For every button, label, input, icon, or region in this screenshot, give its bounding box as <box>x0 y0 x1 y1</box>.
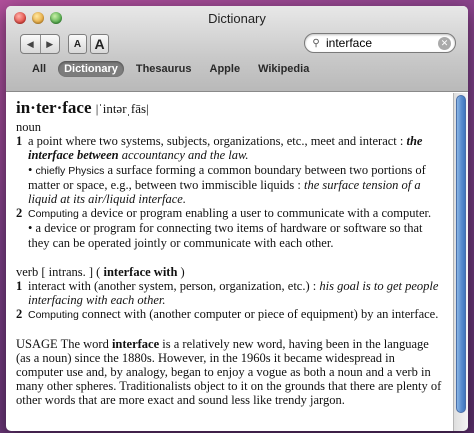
increase-font-button[interactable]: A <box>90 34 109 54</box>
search-icon: ⚲ <box>312 37 320 49</box>
verb-label-close: ) <box>177 264 185 279</box>
source-tabs: All Dictionary Thesaurus Apple Wikipedia <box>26 61 315 77</box>
part-of-speech-noun: noun <box>16 120 41 134</box>
back-button[interactable]: ◀ <box>21 35 40 53</box>
definition-text: a point where two systems, subjects, org… <box>28 134 397 149</box>
noun-sense-2: 2 Computing a device or program enabling… <box>16 206 443 250</box>
definition-text: interact with (another system, person, o… <box>28 279 310 294</box>
example-colon: : <box>396 134 404 149</box>
noun-sense-1: 1 a point where two systems, subjects, o… <box>16 134 443 206</box>
subsense: • a device or program for connecting two… <box>28 221 443 249</box>
verb-sense-1: 1 interact with (another system, person,… <box>16 279 443 307</box>
verb-phrase: interface with <box>103 264 178 279</box>
dictionary-window: Dictionary ◀ ▶ A A ⚲ ✕ All Dictionary Th… <box>6 6 468 431</box>
usage-word: interface <box>111 336 160 351</box>
sense-number: 2 <box>16 307 23 322</box>
headword-text: in·ter·face <box>16 98 92 117</box>
scrollbar-thumb[interactable] <box>456 95 466 413</box>
search-input[interactable] <box>324 36 438 50</box>
search-field[interactable]: ⚲ ✕ <box>304 33 456 53</box>
tab-dictionary[interactable]: Dictionary <box>58 61 124 77</box>
subject-label: chiefly Physics <box>35 164 105 177</box>
clear-search-icon[interactable]: ✕ <box>438 36 451 50</box>
example-colon: : <box>309 279 320 294</box>
bullet: • <box>28 221 36 236</box>
back-forward-group: ◀ ▶ <box>20 34 60 54</box>
verb-label: verb [ intrans. ] ( <box>16 264 104 279</box>
definition-text: a device or program for connecting two i… <box>28 221 423 250</box>
entry-headword: in·ter·face |ˈintərˌfās| <box>16 98 443 119</box>
sense-body: interact with (another system, person, o… <box>28 279 443 307</box>
tab-thesaurus[interactable]: Thesaurus <box>130 61 198 77</box>
usage-note: USAGE The word interface is a relatively… <box>16 337 443 408</box>
verb-sense-2: 2 Computing connect with (another comput… <box>16 307 443 322</box>
sense-body: Computing connect with (another computer… <box>28 307 443 322</box>
forward-button[interactable]: ▶ <box>39 35 60 53</box>
forward-arrow-icon: ▶ <box>46 38 54 49</box>
example-rest: accountancy and the law. <box>118 148 249 163</box>
definition-text: a device or program enabling a user to c… <box>78 206 432 221</box>
subject-label: Computing <box>28 309 79 322</box>
sense-number: 2 <box>16 206 23 221</box>
sense-number: 1 <box>16 279 23 294</box>
back-arrow-icon: ◀ <box>26 38 34 49</box>
usage-label: USAGE <box>16 336 58 351</box>
example-colon: : <box>294 177 304 192</box>
window-title: Dictionary <box>208 11 266 26</box>
tab-wikipedia[interactable]: Wikipedia <box>252 61 315 77</box>
pronunciation: |ˈintərˌfās| <box>95 101 149 116</box>
usage-text: The word <box>57 336 112 351</box>
tab-apple[interactable]: Apple <box>204 61 247 77</box>
sense-number: 1 <box>16 134 23 149</box>
sense-body: Computing a device or program enabling a… <box>28 206 443 250</box>
bullet: • <box>28 162 36 177</box>
decrease-font-button[interactable]: A <box>68 34 87 54</box>
definition-content: in·ter·face |ˈintərˌfās| noun 1 a point … <box>6 93 453 431</box>
definition-text: connect with (another computer or piece … <box>78 307 439 322</box>
toolbar: Dictionary ◀ ▶ A A ⚲ ✕ All Dictionary Th… <box>6 6 468 92</box>
part-of-speech-verb: verb [ intrans. ] ( interface with ) <box>16 265 443 279</box>
subject-label: Computing <box>28 208 79 221</box>
tab-all[interactable]: All <box>26 61 52 77</box>
subsense: • chiefly Physics a surface forming a co… <box>28 163 443 207</box>
vertical-scrollbar[interactable] <box>453 93 468 431</box>
sense-body: a point where two systems, subjects, org… <box>28 134 443 206</box>
